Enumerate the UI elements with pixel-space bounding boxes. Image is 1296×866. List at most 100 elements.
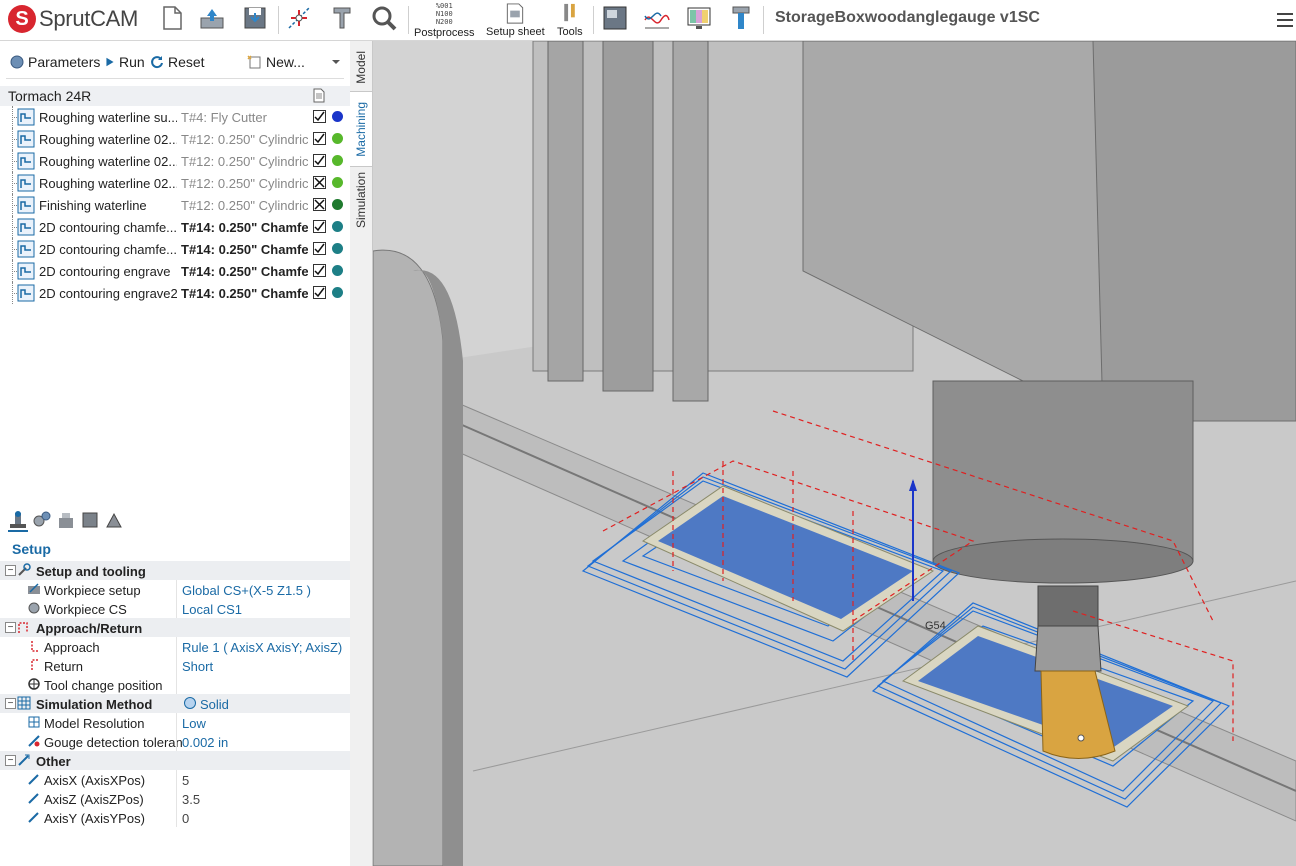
group-label: Setup and tooling (36, 564, 146, 579)
status-dot-icon (332, 177, 343, 188)
workpiece-tab-icon[interactable] (56, 510, 76, 530)
operation-tool: T#12: 0.250" Cylindric (181, 176, 308, 191)
operation-name: Roughing waterline 02... (39, 132, 177, 147)
postprocess-button[interactable]: %001 N100 N200 Postprocess (414, 2, 475, 39)
enabled-checkbox-icon[interactable] (313, 154, 326, 167)
machine-view-icon[interactable] (601, 4, 629, 32)
operation-row[interactable]: Roughing waterline su... T#4: Fly Cutter (0, 106, 350, 128)
prop-value[interactable]: 0.002 in (182, 735, 228, 750)
tab-simulation[interactable]: Simulation (350, 167, 372, 233)
fixture-tab-icon[interactable] (104, 510, 124, 530)
operation-name: Roughing waterline 02... (39, 154, 177, 169)
group-setup-tooling[interactable]: − Setup and tooling (0, 561, 350, 580)
operation-type-icon (17, 218, 35, 236)
prop-return[interactable]: Return Short (0, 656, 350, 675)
reset-button[interactable]: Reset (150, 51, 205, 73)
prop-value[interactable]: Short (182, 659, 213, 674)
coordinate-system-icon (28, 602, 40, 614)
document-icon[interactable] (313, 88, 325, 103)
chevron-down-icon[interactable] (331, 58, 341, 66)
prop-value[interactable]: 5 (182, 773, 189, 788)
setup-tab-icon[interactable] (8, 510, 28, 532)
tools-button[interactable]: Tools (557, 2, 583, 38)
status-dot-icon (332, 111, 343, 122)
prop-value[interactable]: 3.5 (182, 792, 200, 807)
disabled-checkbox-icon[interactable] (313, 198, 326, 211)
axis-y-icon (28, 812, 39, 823)
prop-value[interactable]: Rule 1 ( AxisX AxisY; AxisZ) (182, 640, 342, 655)
project-title: StorageBoxwoodanglegauge v1SC (775, 9, 1040, 26)
machine-row[interactable]: Tormach 24R (0, 86, 350, 106)
disabled-checkbox-icon[interactable] (313, 176, 326, 189)
prop-tool-change-position[interactable]: Tool change position (0, 675, 350, 694)
prop-axis-x[interactable]: AxisX (AxisXPos) 5 (0, 770, 350, 789)
tab-machining[interactable]: Machining (350, 91, 372, 167)
zoom-search-icon[interactable] (370, 4, 398, 32)
tool-description: Fly Cutter (210, 110, 267, 125)
operation-row[interactable]: Roughing waterline 02... T#12: 0.250" Cyl… (0, 172, 350, 194)
collapse-icon[interactable]: − (5, 622, 16, 633)
wrench-icon (18, 563, 31, 576)
menu-icon[interactable] (1276, 12, 1294, 28)
prop-value[interactable]: Local CS1 (182, 602, 242, 617)
enabled-checkbox-icon[interactable] (313, 110, 326, 123)
operation-row[interactable]: 2D contouring engrave2 T#14: 0.250" Chamf… (0, 282, 350, 304)
operation-row[interactable]: Roughing waterline 02... T#12: 0.250" Cyl… (0, 150, 350, 172)
group-other[interactable]: − Other (0, 751, 350, 770)
run-button[interactable]: Run (105, 51, 145, 73)
stock-tab-icon[interactable] (80, 510, 100, 530)
enabled-checkbox-icon[interactable] (313, 132, 326, 145)
save-file-icon[interactable] (241, 4, 269, 32)
prop-approach[interactable]: Approach Rule 1 ( AxisX AxisY; AxisZ) (0, 637, 350, 656)
operation-row[interactable]: 2D contouring chamfe... T#14: 0.250" Cham… (0, 216, 350, 238)
parameters-icon (10, 55, 24, 69)
parameters-button[interactable]: Parameters (10, 51, 100, 73)
enabled-checkbox-icon[interactable] (313, 264, 326, 277)
prop-value[interactable]: Global CS+(X-5 Z1.5 ) (182, 583, 311, 598)
prop-value[interactable]: Low (182, 716, 206, 731)
color-display-icon[interactable] (685, 4, 713, 32)
prop-model-resolution[interactable]: Model Resolution Low (0, 713, 350, 732)
operation-row[interactable]: 2D contouring engrave T#14: 0.250" Chamfe (0, 260, 350, 282)
operation-row[interactable]: Finishing waterline T#12: 0.250" Cylindri… (0, 194, 350, 216)
enabled-checkbox-icon[interactable] (313, 220, 326, 233)
collapse-icon[interactable]: − (5, 698, 16, 709)
prop-label: Approach (44, 640, 100, 655)
gears-tab-icon[interactable] (32, 510, 52, 530)
group-approach-return[interactable]: − Approach/Return (0, 618, 350, 637)
enabled-checkbox-icon[interactable] (313, 242, 326, 255)
operation-row[interactable]: 2D contouring chamfe... T#14: 0.250" Cham… (0, 238, 350, 260)
collapse-icon[interactable]: − (5, 565, 16, 576)
cutting-tool-icon[interactable] (727, 4, 755, 32)
setup-sheet-button[interactable]: Setup sheet (486, 2, 545, 38)
measure-caliper-icon[interactable] (328, 4, 356, 32)
tab-model[interactable]: Model (350, 45, 372, 89)
open-file-icon[interactable] (198, 4, 226, 32)
tool-number: T#14: (181, 242, 215, 257)
tab-model-label: Model (354, 50, 368, 84)
prop-axis-z[interactable]: AxisZ (AxisZPos) 3.5 (0, 789, 350, 808)
prop-workpiece-cs[interactable]: Workpiece CS Local CS1 (0, 599, 350, 618)
tab-simulation-label: Simulation (354, 171, 368, 229)
group-simulation-method[interactable]: − Simulation Method Solid (0, 694, 350, 713)
new-file-icon[interactable] (158, 4, 186, 32)
new-operation-button[interactable]: New... (246, 51, 305, 73)
3d-viewport[interactable]: G54 (373, 41, 1296, 866)
enabled-checkbox-icon[interactable] (313, 286, 326, 299)
tool-description: 0.250" Cylindric (217, 198, 308, 213)
toolpath-chart-icon[interactable] (643, 4, 671, 32)
prop-value[interactable]: 0 (182, 811, 189, 826)
collapse-icon[interactable]: − (5, 755, 16, 766)
return-icon (31, 659, 38, 670)
operation-name: Roughing waterline su... (39, 110, 177, 125)
setup-sheet-icon (507, 3, 524, 24)
prop-workpiece-setup[interactable]: Workpiece setup Global CS+(X-5 Z1.5 ) (0, 580, 350, 599)
snap-tool-icon[interactable] (285, 4, 313, 32)
simulation-method-value[interactable]: Solid (200, 697, 229, 712)
prop-gouge-detection[interactable]: Gouge detection toleran 0.002 in (0, 732, 350, 751)
operations-toolbar: Parameters Run Reset New... (0, 51, 350, 73)
operation-row[interactable]: Roughing waterline 02... T#12: 0.250" Cyl… (0, 128, 350, 150)
operation-type-icon (17, 108, 35, 126)
prop-axis-y[interactable]: AxisY (AxisYPos) 0 (0, 808, 350, 827)
tool-description: 0.250" Cylindric (217, 132, 308, 147)
